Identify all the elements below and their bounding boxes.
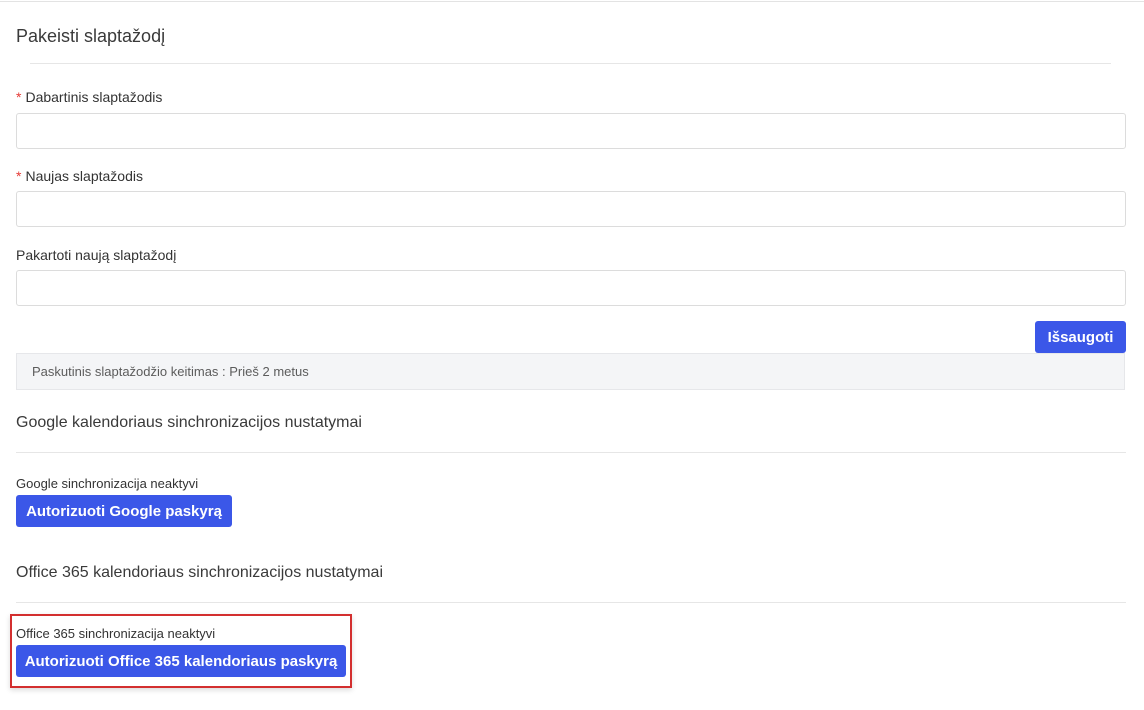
password-title-divider xyxy=(30,63,1111,64)
new-password-field[interactable] xyxy=(16,191,1126,227)
current-password-label: * Dabartinis slaptažodis xyxy=(16,89,162,105)
top-border xyxy=(0,1,1144,2)
office365-sync-title: Office 365 kalendoriaus sinchronizacijos… xyxy=(16,564,384,581)
repeat-password-field[interactable] xyxy=(16,270,1126,306)
authorize-google-button[interactable]: Autorizuoti Google paskyrą xyxy=(16,495,232,527)
required-mark: * xyxy=(16,89,22,105)
new-password-label: * Naujas slaptažodis xyxy=(16,168,143,184)
google-sync-title: Google kalendoriaus sinchronizacijos nus… xyxy=(16,414,362,431)
required-mark: * xyxy=(16,168,22,184)
google-title-divider xyxy=(16,452,1126,453)
current-password-label-text: Dabartinis slaptažodis xyxy=(25,89,163,105)
office365-title-divider xyxy=(16,602,1126,603)
save-button[interactable]: Išsaugoti xyxy=(1035,321,1126,353)
change-password-title: Pakeisti slaptažodį xyxy=(16,26,166,46)
google-sync-status: Google sinchronizacija neaktyvi xyxy=(16,476,199,491)
last-password-change-text: Paskutinis slaptažodžio keitimas : Prieš… xyxy=(32,364,309,379)
office365-sync-status: Office 365 sinchronizacija neaktyvi xyxy=(16,626,216,641)
current-password-field[interactable] xyxy=(16,113,1126,149)
new-password-label-text: Naujas slaptažodis xyxy=(25,168,143,184)
repeat-password-label: Pakartoti naują slaptažodį xyxy=(16,247,177,263)
last-password-change-info: Paskutinis slaptažodžio keitimas : Prieš… xyxy=(16,353,1125,390)
authorize-office365-button[interactable]: Autorizuoti Office 365 kalendoriaus pask… xyxy=(16,645,346,677)
